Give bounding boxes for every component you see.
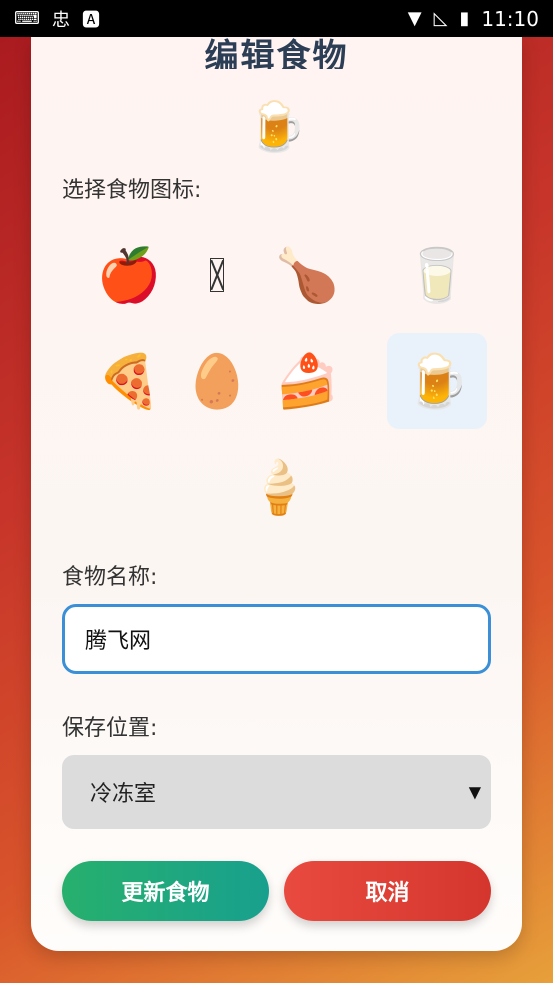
- app-icon: 忠: [51, 9, 70, 31]
- location-label: 保存位置:: [62, 716, 158, 741]
- battery-charging-icon: ▮: [459, 8, 470, 29]
- font-icon: 🅰: [81, 9, 100, 31]
- keyboard-icon: ⌨: [14, 8, 40, 29]
- food-icon-missing-glyph[interactable]: [167, 227, 267, 323]
- dropdown-arrow-icon: ▼: [468, 782, 481, 802]
- food-icon-beer[interactable]: 🍺: [387, 333, 487, 429]
- cancel-button[interactable]: 取消: [284, 861, 491, 921]
- update-food-button[interactable]: 更新食物: [62, 861, 269, 921]
- food-icon-drumstick[interactable]: 🍗: [257, 227, 357, 323]
- location-select[interactable]: 冷冻室 ▼: [62, 755, 491, 829]
- wifi-icon: ▼: [407, 8, 422, 29]
- no-signal-icon: ◺: [433, 8, 448, 29]
- food-icon-ice-cream[interactable]: 🍦: [229, 439, 329, 535]
- food-name-label: 食物名称:: [62, 565, 158, 590]
- missing-glyph-icon: [210, 258, 224, 292]
- food-icon-egg[interactable]: 🥚: [167, 333, 267, 429]
- food-icon-milk[interactable]: 🥛: [387, 227, 487, 323]
- food-icon-pizza[interactable]: 🍕: [79, 333, 179, 429]
- selected-icon-preview: 🍺: [246, 99, 307, 155]
- location-select-value: 冷冻室: [90, 782, 157, 807]
- food-name-input[interactable]: [62, 604, 491, 674]
- food-icon-apple[interactable]: 🍎: [79, 227, 179, 323]
- icon-section-label: 选择食物图标:: [62, 178, 202, 203]
- dialog-title: 编辑食物: [204, 37, 349, 69]
- food-icon-cake[interactable]: 🍰: [257, 333, 357, 429]
- edit-food-dialog: 编辑食物 🍺 选择食物图标: 🍎 🍗 🥛 🍕🥚🍰 🍺 🍦 食物名称: 保存位置: 冷冻室 …: [31, 37, 522, 951]
- clock: 11:10: [481, 6, 539, 31]
